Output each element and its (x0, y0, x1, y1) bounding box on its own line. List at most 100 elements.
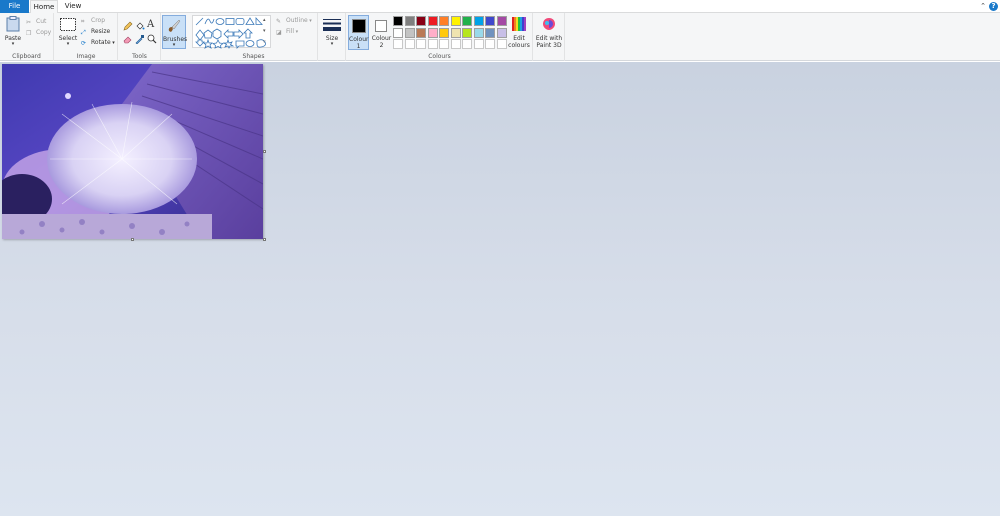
rotate-label: Rotate (91, 39, 111, 46)
canvas-workspace (0, 62, 1000, 516)
palette-swatch[interactable] (496, 27, 507, 38)
collapse-ribbon-icon[interactable]: ⌃ (978, 1, 988, 11)
image-group-label: Image (76, 53, 96, 60)
palette-swatch[interactable] (404, 16, 415, 26)
palette-swatch[interactable] (416, 27, 426, 38)
palette-swatch[interactable] (439, 16, 449, 26)
palette-swatch[interactable] (462, 27, 472, 38)
pencil-icon[interactable] (123, 21, 133, 31)
crop-label: Crop (91, 17, 106, 24)
custom-colour-slot[interactable] (416, 39, 426, 49)
palette-swatch[interactable] (393, 27, 403, 38)
colour-2-button[interactable]: Colour 2 (371, 15, 392, 50)
paste-dropdown-icon[interactable]: ▾ (3, 41, 23, 48)
outline-label: Outline (286, 17, 308, 24)
shapes-gallery: ▴ ▾ ▿ (192, 15, 271, 49)
fill-label: Fill (286, 28, 295, 35)
colour-2-swatch (375, 20, 387, 32)
ribbon-tab-bar: File Home View ⌃ ? (0, 0, 1000, 14)
palette-swatch[interactable] (485, 27, 495, 38)
clipboard-group-label: Clipboard (12, 53, 41, 60)
custom-colour-slot[interactable] (473, 39, 484, 49)
crop-button[interactable]: ⌗ Crop (81, 16, 105, 26)
tools-group-label: Tools (132, 53, 147, 60)
outline-button[interactable]: ✎ Outline ▾ (276, 16, 312, 26)
palette-swatch[interactable] (404, 27, 415, 38)
text-icon[interactable]: A (147, 19, 157, 30)
size-dropdown-icon: ▾ (330, 41, 334, 47)
eraser-icon[interactable] (123, 34, 133, 44)
resize-handle-bottom[interactable] (131, 238, 134, 241)
fill-button[interactable]: ◪ Fill ▾ (276, 27, 298, 37)
size-group: Size ▾ (319, 13, 346, 61)
palette-swatch[interactable] (427, 27, 438, 38)
paste-button[interactable]: Paste ▾ (3, 15, 23, 47)
custom-colour-slot[interactable] (393, 39, 403, 49)
colour-1-label: Colour 1 (349, 36, 369, 50)
tab-view[interactable]: View (60, 0, 86, 13)
palette-swatch[interactable] (450, 27, 461, 38)
brushes-dropdown-icon: ▾ (172, 42, 176, 48)
size-button[interactable]: Size ▾ (321, 15, 343, 49)
tab-file[interactable]: File (0, 0, 29, 13)
palette-swatch[interactable] (462, 16, 472, 26)
cut-button[interactable]: ✂ Cut (26, 17, 46, 27)
custom-colour-slot[interactable] (404, 39, 415, 49)
colour-palette (393, 16, 509, 52)
shapes-scroll-down-icon[interactable]: ▾ (263, 28, 266, 34)
custom-colour-slot[interactable] (427, 39, 438, 49)
select-button[interactable]: Select ▾ (58, 15, 78, 47)
selection-rectangle-icon (60, 18, 76, 31)
brushes-button[interactable]: Brushes ▾ (162, 15, 187, 49)
canvas-image (2, 64, 263, 239)
palette-swatch[interactable] (450, 16, 461, 26)
custom-colour-slot[interactable] (485, 39, 495, 49)
color-picker-icon[interactable] (135, 34, 145, 44)
custom-colour-slot[interactable] (462, 39, 472, 49)
palette-swatch[interactable] (439, 27, 449, 38)
resize-handle-right[interactable] (263, 150, 266, 153)
palette-swatch[interactable] (473, 27, 484, 38)
select-dropdown-icon[interactable]: ▾ (58, 41, 78, 48)
outline-pen-icon: ✎ (276, 17, 282, 25)
palette-swatch[interactable] (427, 16, 438, 26)
crop-icon: ⌗ (81, 17, 85, 25)
copy-label: Copy (36, 29, 52, 36)
colour-1-swatch (352, 19, 366, 33)
shapes-expand-icon[interactable]: ▿ (263, 39, 266, 45)
clipboard-paste-icon (6, 16, 20, 32)
resize-label: Resize (91, 28, 111, 35)
palette-swatch[interactable] (485, 16, 495, 26)
palette-swatch[interactable] (496, 16, 507, 26)
palette-swatch[interactable] (416, 16, 426, 26)
cut-label: Cut (36, 18, 47, 25)
tools-group: A Tools (119, 13, 161, 61)
image-group: Select ▾ ⌗ Crop ⤢ Resize ⟳ Rotate ▾ Image (55, 13, 118, 61)
colour-1-button[interactable]: Colour 1 (348, 15, 369, 50)
resize-button[interactable]: ⤢ Resize (81, 27, 110, 37)
fill-bucket-icon[interactable] (135, 21, 145, 31)
shapes-scroll-up-icon[interactable]: ▴ (263, 17, 266, 23)
colour-2-label: Colour 2 (371, 35, 392, 49)
drawing-canvas[interactable] (2, 64, 263, 239)
shapes-gallery-icons (195, 16, 266, 49)
palette-swatch[interactable] (393, 16, 403, 26)
resize-handle-corner[interactable] (263, 238, 266, 241)
tab-home[interactable]: Home (30, 0, 58, 14)
palette-swatch[interactable] (473, 16, 484, 26)
shapes-group-label: Shapes (242, 53, 265, 60)
edit-colours-label: Edit colours (508, 35, 530, 49)
copy-button[interactable]: ❐ Copy (26, 28, 51, 38)
ribbon: Paste ▾ ✂ Cut ❐ Copy Clipboard Select ▾ ⌗ C… (0, 13, 1000, 61)
rotate-button[interactable]: ⟳ Rotate ▾ (81, 38, 115, 48)
shapes-group: ▴ ▾ ▿ ✎ Outline ▾ ◪ Fill ▾ Shapes (190, 13, 318, 61)
clipboard-group: Paste ▾ ✂ Cut ❐ Copy Clipboard (0, 13, 54, 61)
magnifier-icon[interactable] (147, 34, 157, 44)
help-icon[interactable]: ? (989, 2, 998, 11)
scissors-icon: ✂ (26, 18, 32, 26)
custom-colour-slot[interactable] (496, 39, 507, 49)
custom-colour-slot[interactable] (439, 39, 449, 49)
edit-with-paint3d-button[interactable]: Edit with Paint 3D (534, 15, 564, 51)
edit-colours-button[interactable]: Edit colours (507, 15, 531, 51)
custom-colour-slot[interactable] (450, 39, 461, 49)
